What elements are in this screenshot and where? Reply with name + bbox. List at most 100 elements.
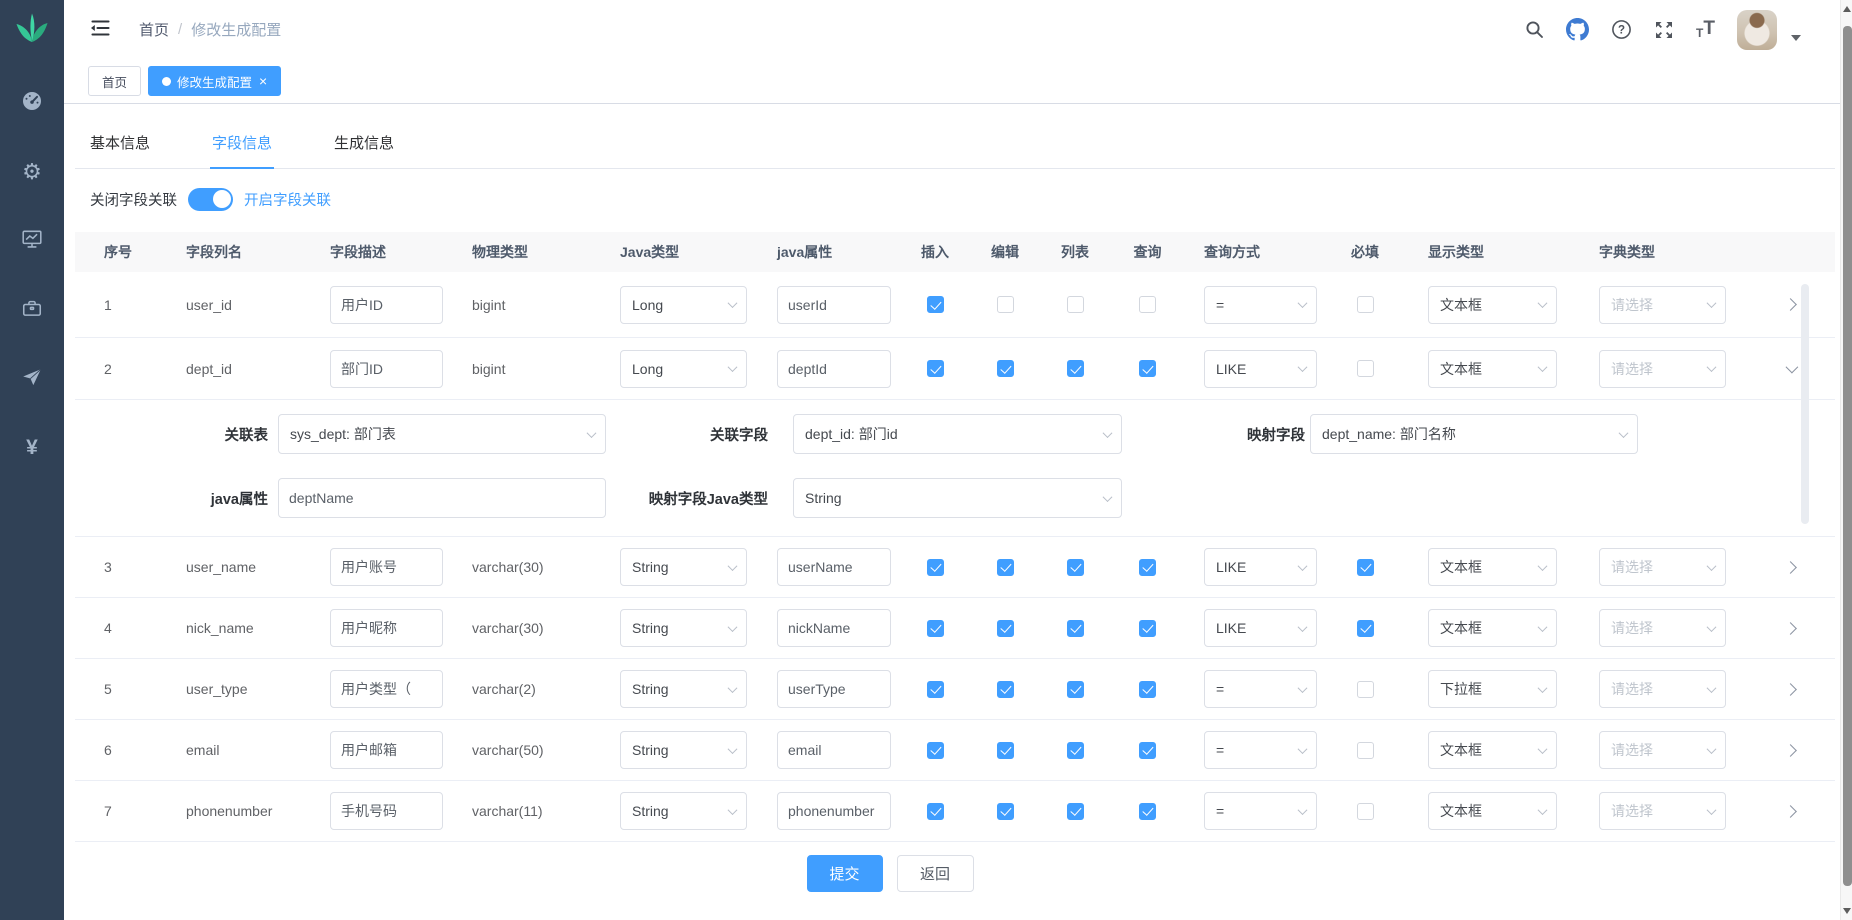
query-type-select[interactable]: LIKE <box>1204 548 1317 586</box>
query-checkbox[interactable] <box>1139 803 1156 820</box>
query-type-select[interactable]: = <box>1204 670 1317 708</box>
edit-checkbox[interactable] <box>997 296 1014 313</box>
edit-checkbox[interactable] <box>997 742 1014 759</box>
tag-home[interactable]: 首页 <box>88 66 141 96</box>
font-size-icon[interactable]: TT <box>1696 20 1715 38</box>
field-desc-input[interactable] <box>330 670 443 708</box>
list-checkbox[interactable] <box>1067 620 1084 637</box>
display-type-select[interactable]: 文本框 <box>1428 548 1557 586</box>
required-checkbox[interactable] <box>1357 559 1374 576</box>
expand-row-icon[interactable] <box>1784 298 1797 311</box>
submit-button[interactable]: 提交 <box>807 855 883 892</box>
display-type-select[interactable]: 下拉框 <box>1428 670 1557 708</box>
query-checkbox[interactable] <box>1139 681 1156 698</box>
query-checkbox[interactable] <box>1139 360 1156 377</box>
fullscreen-icon[interactable] <box>1654 20 1674 40</box>
expand-row-icon[interactable] <box>1784 744 1797 757</box>
java-type-select[interactable]: Long <box>620 350 747 388</box>
sidebar-item-guide[interactable] <box>0 344 64 413</box>
insert-checkbox[interactable] <box>927 803 944 820</box>
required-checkbox[interactable] <box>1357 681 1374 698</box>
field-desc-input[interactable] <box>330 286 443 324</box>
insert-checkbox[interactable] <box>927 681 944 698</box>
dict-type-select[interactable]: 请选择 <box>1599 548 1726 586</box>
dict-type-select[interactable]: 请选择 <box>1599 792 1726 830</box>
query-checkbox[interactable] <box>1139 296 1156 313</box>
edit-checkbox[interactable] <box>997 360 1014 377</box>
sidebar-item-tool[interactable] <box>0 275 64 344</box>
caret-down-icon[interactable] <box>1791 35 1801 41</box>
query-type-select[interactable]: = <box>1204 286 1317 324</box>
tab-basic-info[interactable]: 基本信息 <box>90 132 150 168</box>
insert-checkbox[interactable] <box>927 296 944 313</box>
list-checkbox[interactable] <box>1067 360 1084 377</box>
tab-gen-info[interactable]: 生成信息 <box>334 132 394 168</box>
sidebar-item-pay[interactable]: ¥ <box>0 413 64 482</box>
back-button[interactable]: 返回 <box>897 855 974 892</box>
query-checkbox[interactable] <box>1139 742 1156 759</box>
display-type-select[interactable]: 文本框 <box>1428 792 1557 830</box>
query-type-select[interactable]: LIKE <box>1204 350 1317 388</box>
scroll-down-arrow-icon[interactable] <box>1841 904 1852 918</box>
insert-checkbox[interactable] <box>927 742 944 759</box>
relation-toggle-switch[interactable] <box>188 188 233 211</box>
dict-type-select[interactable]: 请选择 <box>1599 670 1726 708</box>
java-field-input[interactable] <box>777 286 891 324</box>
collapse-row-icon[interactable] <box>1785 361 1798 374</box>
edit-checkbox[interactable] <box>997 559 1014 576</box>
sidebar-item-system[interactable]: ⚙ <box>0 137 64 206</box>
required-checkbox[interactable] <box>1357 742 1374 759</box>
breadcrumb-home[interactable]: 首页 <box>139 19 169 40</box>
question-circle-icon[interactable]: ? <box>1611 19 1632 40</box>
display-type-select[interactable]: 文本框 <box>1428 609 1557 647</box>
field-desc-input[interactable] <box>330 731 443 769</box>
sidebar-item-dashboard[interactable] <box>0 68 64 137</box>
java-type-select[interactable]: Long <box>620 286 747 324</box>
page-scrollbar-thumb[interactable] <box>1843 26 1852 886</box>
field-desc-input[interactable] <box>330 609 443 647</box>
insert-checkbox[interactable] <box>927 360 944 377</box>
required-checkbox[interactable] <box>1357 803 1374 820</box>
java-type-select[interactable]: String <box>620 792 747 830</box>
search-icon[interactable] <box>1525 20 1544 39</box>
dict-type-select[interactable]: 请选择 <box>1599 286 1726 324</box>
insert-checkbox[interactable] <box>927 559 944 576</box>
map-java-type-select[interactable]: String <box>793 478 1122 518</box>
avatar[interactable] <box>1737 10 1777 50</box>
app-logo[interactable] <box>0 0 64 56</box>
list-checkbox[interactable] <box>1067 803 1084 820</box>
edit-checkbox[interactable] <box>997 681 1014 698</box>
required-checkbox[interactable] <box>1357 360 1374 377</box>
query-checkbox[interactable] <box>1139 559 1156 576</box>
java-type-select[interactable]: String <box>620 548 747 586</box>
expand-row-icon[interactable] <box>1784 561 1797 574</box>
display-type-select[interactable]: 文本框 <box>1428 350 1557 388</box>
scroll-up-arrow-icon[interactable] <box>1841 2 1852 16</box>
expand-row-icon[interactable] <box>1784 805 1797 818</box>
edit-checkbox[interactable] <box>997 803 1014 820</box>
field-desc-input[interactable] <box>330 792 443 830</box>
sidebar-item-monitor[interactable] <box>0 206 64 275</box>
java-field-input[interactable] <box>777 548 891 586</box>
github-icon[interactable] <box>1566 18 1589 41</box>
map-field-select[interactable]: dept_name: 部门名称 <box>1310 414 1638 454</box>
field-desc-input[interactable] <box>330 548 443 586</box>
tag-close-icon[interactable]: × <box>259 74 267 88</box>
field-desc-input[interactable] <box>330 350 443 388</box>
java-field-input[interactable] <box>777 792 891 830</box>
display-type-select[interactable]: 文本框 <box>1428 731 1557 769</box>
list-checkbox[interactable] <box>1067 742 1084 759</box>
java-type-select[interactable]: String <box>620 731 747 769</box>
required-checkbox[interactable] <box>1357 620 1374 637</box>
table-scrollbar-thumb[interactable] <box>1801 284 1809 524</box>
insert-checkbox[interactable] <box>927 620 944 637</box>
java-field-input[interactable] <box>777 670 891 708</box>
expand-row-icon[interactable] <box>1784 683 1797 696</box>
expand-row-icon[interactable] <box>1784 622 1797 635</box>
tag-current[interactable]: 修改生成配置 × <box>148 66 281 96</box>
java-attr-input[interactable] <box>278 478 606 518</box>
query-type-select[interactable]: = <box>1204 731 1317 769</box>
dict-type-select[interactable]: 请选择 <box>1599 731 1726 769</box>
relation-field-select[interactable]: dept_id: 部门id <box>793 414 1122 454</box>
query-checkbox[interactable] <box>1139 620 1156 637</box>
